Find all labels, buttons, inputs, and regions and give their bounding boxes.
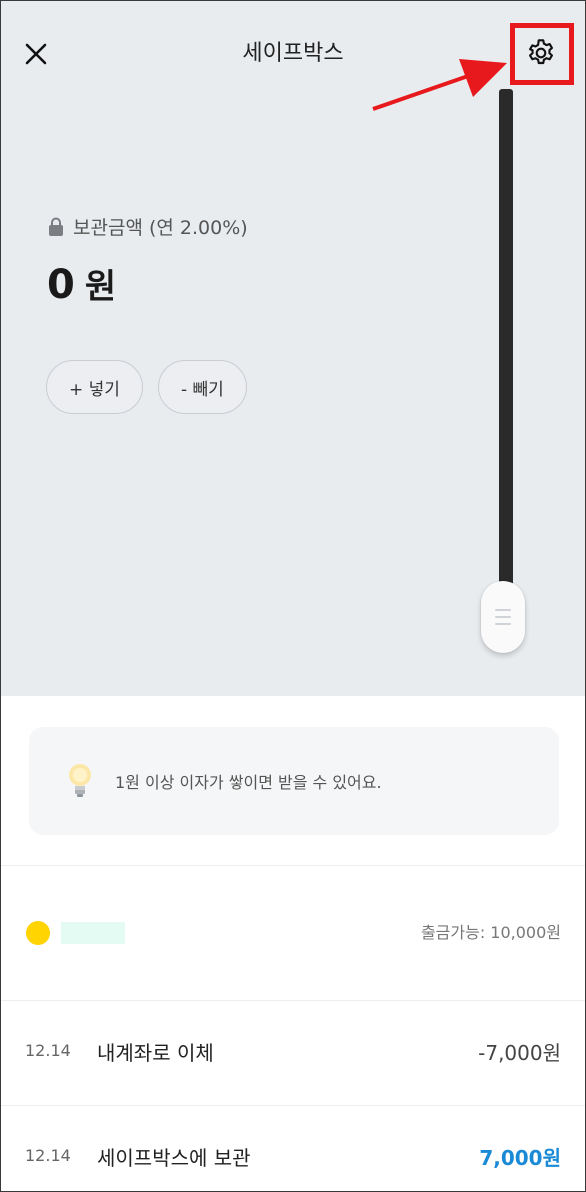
transaction-description: 세이프박스에 보관 (97, 1146, 251, 1170)
tip-text: 1원 이상 이자가 쌓이면 받을 수 있어요. (115, 773, 382, 792)
deposit-button[interactable]: + 넣기 (46, 360, 143, 414)
balance-amount: 0 원 (47, 259, 116, 308)
rate-label: 보관금액 (연 2.00%) (73, 217, 248, 239)
interest-tip: 1원 이상 이자가 쌓이면 받을 수 있어요. (29, 727, 559, 835)
action-buttons: + 넣기 - 빼기 (46, 360, 247, 414)
rate-row: 보관금액 (연 2.00%) (47, 213, 248, 240)
available-amount: 출금가능: 10,000원 (420, 923, 561, 942)
transaction-amount: -7,000원 (478, 1041, 561, 1065)
transaction-row[interactable]: 12.14 내계좌로 이체 -7,000원 (1, 1001, 585, 1105)
transaction-date: 12.14 (25, 1041, 71, 1060)
slider-handle[interactable] (481, 581, 525, 653)
lightbulb-icon (69, 764, 91, 797)
lock-icon (49, 217, 63, 236)
gear-icon (529, 39, 553, 65)
divider (1, 865, 585, 866)
masked-account-name (61, 922, 125, 944)
balance-value: 0 (47, 262, 75, 308)
transaction-amount: 7,000원 (479, 1146, 561, 1170)
transaction-date: 12.14 (25, 1146, 71, 1165)
account-row: 출금가능: 10,000원 (1, 901, 585, 965)
balance-unit: 원 (84, 267, 117, 307)
screen: 세이프박스 보관금액 (연 2.00%) 0 원 + 넣기 - 빼기 1원 이상… (0, 0, 586, 1192)
slider-track[interactable] (499, 89, 513, 629)
settings-button[interactable] (521, 33, 561, 73)
safebox-hero: 세이프박스 보관금액 (연 2.00%) 0 원 + 넣기 - 빼기 (1, 1, 585, 696)
transaction-description: 내계좌로 이체 (97, 1041, 214, 1065)
withdraw-button[interactable]: - 빼기 (157, 360, 247, 414)
transaction-row[interactable]: 12.14 세이프박스에 보관 7,000원 (1, 1106, 585, 1191)
account-color-dot (26, 921, 50, 945)
page-title: 세이프박스 (242, 41, 344, 66)
